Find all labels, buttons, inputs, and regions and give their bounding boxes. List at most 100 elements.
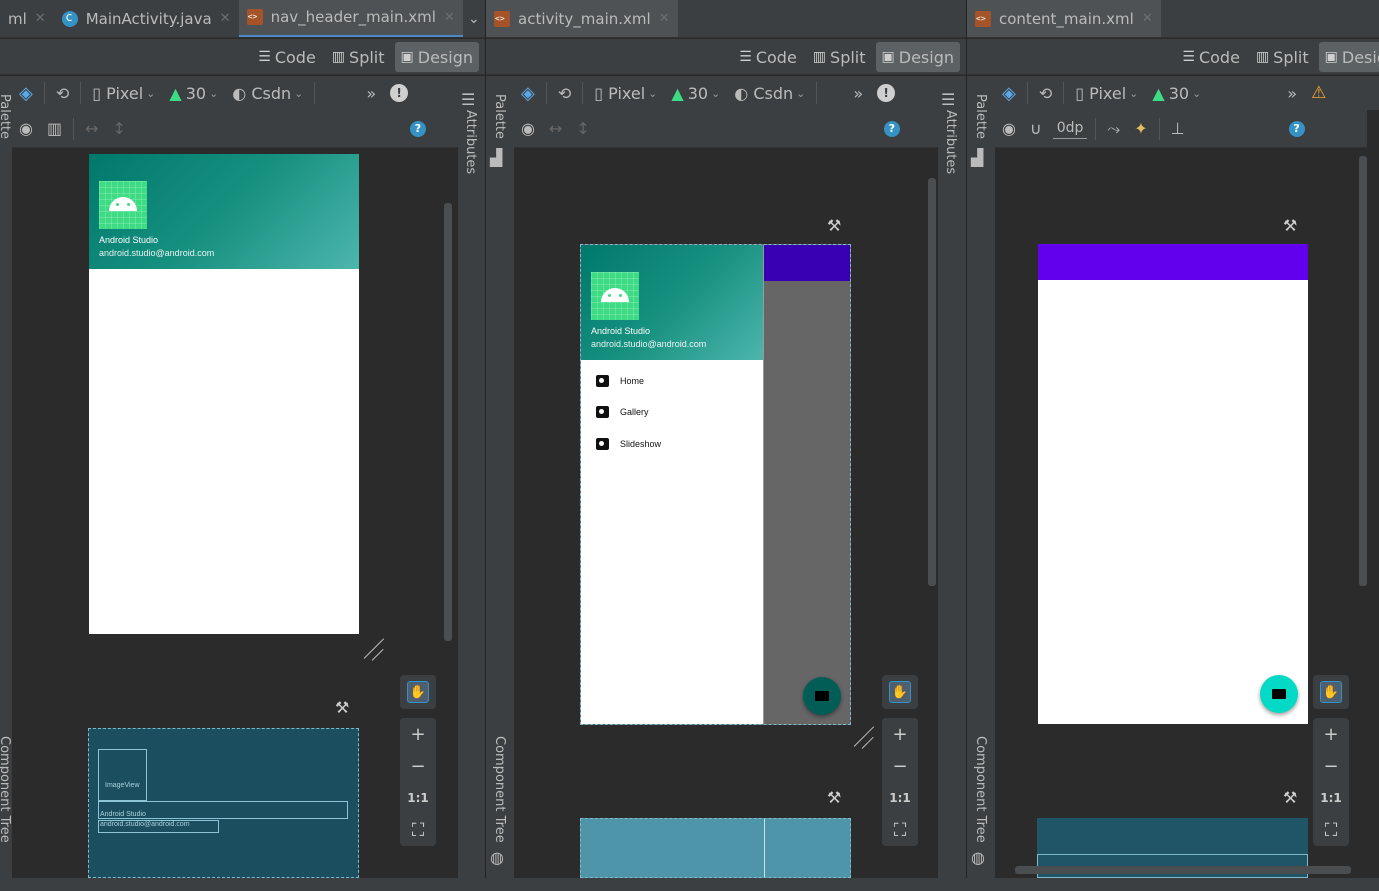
- vertical-scrollbar[interactable]: [444, 203, 452, 641]
- zoom-in-button[interactable]: +: [882, 718, 918, 750]
- vertical-resize-icon[interactable]: ↕: [569, 114, 596, 144]
- design-mode-button[interactable]: ▣Desig: [1318, 42, 1379, 72]
- code-mode-button[interactable]: ☰ Code: [252, 42, 322, 72]
- zoom-actual-button[interactable]: 1:1: [1313, 782, 1349, 814]
- warning-icon[interactable]: ⚠: [1304, 78, 1333, 108]
- wrench-icon[interactable]: ⚒: [827, 216, 841, 235]
- chevron-down-icon[interactable]: ⌄: [463, 0, 485, 37]
- design-canvas-pane3[interactable]: ⚒ ⚒ ✋ + − 1:1 ⛶: [995, 148, 1367, 878]
- component-tree-tab[interactable]: Component Tree: [973, 736, 988, 843]
- layers-icon[interactable]: ◈: [995, 78, 1023, 108]
- fab-button[interactable]: [1260, 675, 1298, 713]
- orientation-icon[interactable]: ⟲: [49, 78, 76, 108]
- orientation-icon[interactable]: ⟲: [551, 78, 578, 108]
- api-dropdown[interactable]: ▲ 30 ⌄: [162, 78, 225, 108]
- code-mode-button[interactable]: ☰ Code: [1176, 42, 1246, 72]
- tab-content-main[interactable]: content_main.xml✕: [967, 0, 1161, 37]
- zoom-out-button[interactable]: −: [400, 750, 436, 782]
- globe-icon[interactable]: ◍: [971, 842, 985, 872]
- vertical-scrollbar[interactable]: [928, 178, 936, 586]
- layers-icon[interactable]: ◈: [12, 78, 40, 108]
- palette-tab[interactable]: Palette: [0, 94, 12, 139]
- pan-tool-button[interactable]: ✋: [882, 675, 918, 709]
- attributes-tab[interactable]: Attributes: [463, 110, 478, 174]
- horizontal-scrollbar[interactable]: [1015, 866, 1351, 874]
- design-mode-button[interactable]: ▣ Design: [875, 42, 960, 72]
- split-mode-button[interactable]: ▥ Split: [1250, 42, 1315, 72]
- menu-item-home[interactable]: Home: [596, 375, 644, 387]
- close-icon[interactable]: ✕: [35, 11, 46, 26]
- close-icon[interactable]: ✕: [1142, 11, 1153, 26]
- more-icon[interactable]: »: [1280, 78, 1304, 108]
- zoom-fit-icon[interactable]: ⛶: [882, 814, 918, 846]
- vertical-scrollbar[interactable]: [1359, 156, 1367, 586]
- fab-button[interactable]: [803, 677, 841, 715]
- tab-activity-main[interactable]: activity_main.xml✕: [486, 0, 678, 37]
- menu-item-slideshow[interactable]: Slideshow: [596, 438, 661, 450]
- horizontal-resize-icon[interactable]: ↔: [542, 114, 569, 144]
- design-canvas-pane1[interactable]: Android Studio android.studio@android.co…: [12, 148, 458, 878]
- nav-header-preview[interactable]: Android Studio android.studio@android.co…: [89, 154, 359, 634]
- vertical-resize-icon[interactable]: ↕: [106, 114, 133, 144]
- eye-icon[interactable]: ◉: [12, 114, 40, 144]
- zoom-in-button[interactable]: +: [1313, 718, 1349, 750]
- theme-dropdown[interactable]: ◐ Csdn ⌄: [727, 78, 812, 108]
- error-icon[interactable]: !: [870, 78, 902, 108]
- tab-mainactivity[interactable]: MainActivity.java✕: [54, 0, 239, 37]
- zoom-out-button[interactable]: −: [882, 750, 918, 782]
- layers-icon[interactable]: ◈: [514, 78, 542, 108]
- design-mode-button[interactable]: ▣ Design: [394, 42, 479, 72]
- split-mode-button[interactable]: ▥ Split: [807, 42, 872, 72]
- wrench-icon[interactable]: ⚒: [1283, 788, 1297, 807]
- eye-icon[interactable]: ◉: [995, 114, 1023, 144]
- split-mode-button[interactable]: ▥ Split: [326, 42, 391, 72]
- close-icon[interactable]: ✕: [444, 10, 455, 25]
- align-icon[interactable]: ⊥: [1164, 114, 1192, 144]
- wrench-icon[interactable]: ⚒: [335, 698, 349, 717]
- zoom-out-button[interactable]: −: [1313, 750, 1349, 782]
- pan-tool-button[interactable]: ✋: [400, 675, 436, 709]
- infer-constraints-icon[interactable]: ✦: [1127, 114, 1154, 144]
- device-dropdown[interactable]: ▯ Pixel ⌄: [85, 78, 162, 108]
- more-icon[interactable]: »: [846, 78, 870, 108]
- globe-icon[interactable]: ◍: [490, 842, 504, 872]
- theme-dropdown[interactable]: ◐ Csdn ⌄: [225, 78, 310, 108]
- blueprint-preview[interactable]: ImageView Android Studio android.studio@…: [88, 728, 359, 878]
- resize-handle-icon[interactable]: [364, 638, 386, 660]
- tab-ml[interactable]: ml ✕: [0, 0, 54, 37]
- code-mode-button[interactable]: ☰ Code: [733, 42, 803, 72]
- default-margin-field[interactable]: 0dp: [1052, 119, 1088, 139]
- pan-tool-button[interactable]: ✋: [1313, 675, 1349, 709]
- wrench-icon[interactable]: ⚒: [1283, 216, 1297, 235]
- horizontal-resize-icon[interactable]: ↔: [78, 114, 105, 144]
- magnet-icon[interactable]: ∪: [1023, 114, 1049, 144]
- device-dropdown[interactable]: ▯ Pixel ⌄: [1068, 78, 1145, 108]
- palette-icon[interactable]: ▟: [490, 142, 502, 172]
- close-icon[interactable]: ✕: [220, 11, 231, 26]
- api-dropdown[interactable]: ▲ 30 ⌄: [664, 78, 727, 108]
- help-icon[interactable]: ?: [877, 114, 907, 144]
- component-tree-tab[interactable]: Component Tree: [492, 736, 507, 843]
- help-icon[interactable]: ?: [1282, 114, 1312, 144]
- wrench-icon[interactable]: ⚒: [827, 788, 841, 807]
- activity-main-preview[interactable]: Android Studio android.studio@android.co…: [580, 244, 851, 725]
- help-icon[interactable]: ?: [403, 114, 433, 144]
- blueprint-preview[interactable]: [580, 818, 851, 878]
- clear-constraints-icon[interactable]: ⤳: [1100, 114, 1127, 144]
- resize-handle-icon[interactable]: [854, 726, 876, 748]
- close-icon[interactable]: ✕: [659, 11, 670, 26]
- design-canvas-pane2[interactable]: ⚒ Android Studio android.studio@android.…: [514, 148, 938, 878]
- columns-icon[interactable]: ▥: [40, 114, 69, 144]
- palette-tab[interactable]: Palette: [973, 94, 988, 139]
- api-dropdown[interactable]: ▲ 30 ⌄: [1145, 78, 1208, 108]
- eye-icon[interactable]: ◉: [514, 114, 542, 144]
- component-tree-tab[interactable]: Component Tree: [0, 736, 12, 843]
- attributes-tab[interactable]: Attributes: [943, 110, 958, 174]
- zoom-actual-button[interactable]: 1:1: [400, 782, 436, 814]
- palette-icon[interactable]: ▟: [971, 142, 983, 172]
- menu-item-gallery[interactable]: Gallery: [596, 406, 649, 418]
- more-icon[interactable]: »: [359, 78, 383, 108]
- device-dropdown[interactable]: ▯ Pixel ⌄: [587, 78, 664, 108]
- palette-tab[interactable]: Palette: [492, 94, 507, 139]
- zoom-in-button[interactable]: +: [400, 718, 436, 750]
